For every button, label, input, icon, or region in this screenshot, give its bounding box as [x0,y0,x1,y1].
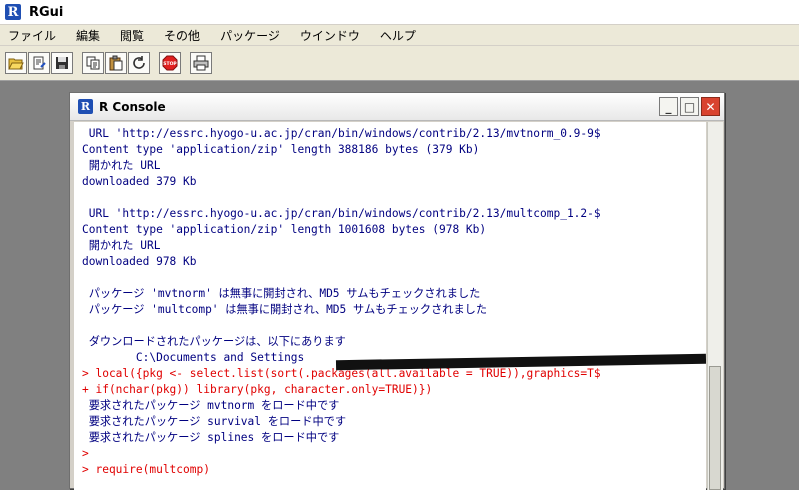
r-console-window: R R Console _ □ ✕ URL 'http://essrc.hyog… [69,92,725,490]
console-line: + if(nchar(pkg)) library(pkg, character.… [82,383,433,396]
console-line: ダウンロードされたパッケージは、以下にあります [82,335,346,348]
toolbar: STOP [0,46,799,81]
menu-bar: ファイル 編集 閲覧 その他 パッケージ ウインドウ ヘルプ [0,25,799,46]
menu-packages[interactable]: パッケージ [210,27,290,44]
toolbar-group-stop: STOP [159,52,182,74]
console-line: 要求されたパッケージ survival をロード中です [82,415,347,428]
paste-button[interactable] [105,52,127,74]
toolbar-group-print [190,52,213,74]
r-logo-icon: R [5,4,21,20]
console-line: 開かれた URL [82,159,161,172]
open-script-button[interactable] [5,52,27,74]
console-line: URL 'http://essrc.hyogo-u.ac.jp/cran/bin… [82,207,601,220]
menu-file[interactable]: ファイル [0,27,66,44]
console-line: Content type 'application/zip' length 10… [82,223,487,236]
save-icon [56,57,68,69]
console-line: downloaded 379 Kb [82,175,197,188]
console-line: 開かれた URL [82,239,161,252]
stop-button[interactable]: STOP [159,52,181,74]
r-logo-icon: R [78,99,93,114]
copy-paste-icon [133,56,145,69]
window-controls: _ □ ✕ [657,97,720,116]
open-script-icon [8,58,24,70]
menu-edit[interactable]: 編集 [66,27,110,44]
menu-help[interactable]: ヘルプ [370,27,426,44]
console-line: Content type 'application/zip' length 38… [82,143,480,156]
vertical-scrollbar[interactable] [707,122,723,490]
app-title: RGui [29,4,64,20]
copy-paste-button[interactable] [128,52,150,74]
copy-icon [86,56,100,70]
menu-view[interactable]: 閲覧 [110,27,154,44]
print-button[interactable] [190,52,212,74]
load-workspace-icon [33,56,46,70]
scrollbar-thumb[interactable] [709,366,721,490]
console-line: > require(multcomp) [82,463,210,476]
maximize-button[interactable]: □ [680,97,699,116]
console-title: R Console [99,99,166,114]
console-line: 要求されたパッケージ mvtnorm をロード中です [82,399,340,412]
toolbar-group-edit [82,52,151,74]
minimize-button[interactable]: _ [659,97,678,116]
paste-icon [109,55,123,71]
stop-label: STOP [163,61,177,67]
console-line: > [82,447,89,460]
console-line: downloaded 978 Kb [82,255,197,268]
load-workspace-button[interactable] [28,52,50,74]
menu-misc[interactable]: その他 [154,27,210,44]
toolbar-group-file [5,52,74,74]
close-button[interactable]: ✕ [701,97,720,116]
app-titlebar: R RGui [0,0,799,25]
save-button[interactable] [51,52,73,74]
console-titlebar[interactable]: R R Console _ □ ✕ [70,93,724,121]
console-line: パッケージ 'multcomp' は無事に開封され、MD5 サムもチェックされま… [82,303,488,316]
stop-icon: STOP [162,55,178,71]
copy-button[interactable] [82,52,104,74]
console-line: パッケージ 'mvtnorm' は無事に開封され、MD5 サムもチェックされまし… [82,287,481,300]
console-output[interactable]: URL 'http://essrc.hyogo-u.ac.jp/cran/bin… [74,122,706,490]
print-icon [193,55,209,71]
menu-windows[interactable]: ウインドウ [290,27,370,44]
console-line: 要求されたパッケージ splines をロード中です [82,431,340,444]
console-lines: URL 'http://essrc.hyogo-u.ac.jp/cran/bin… [74,122,706,478]
console-line: URL 'http://essrc.hyogo-u.ac.jp/cran/bin… [82,127,601,140]
